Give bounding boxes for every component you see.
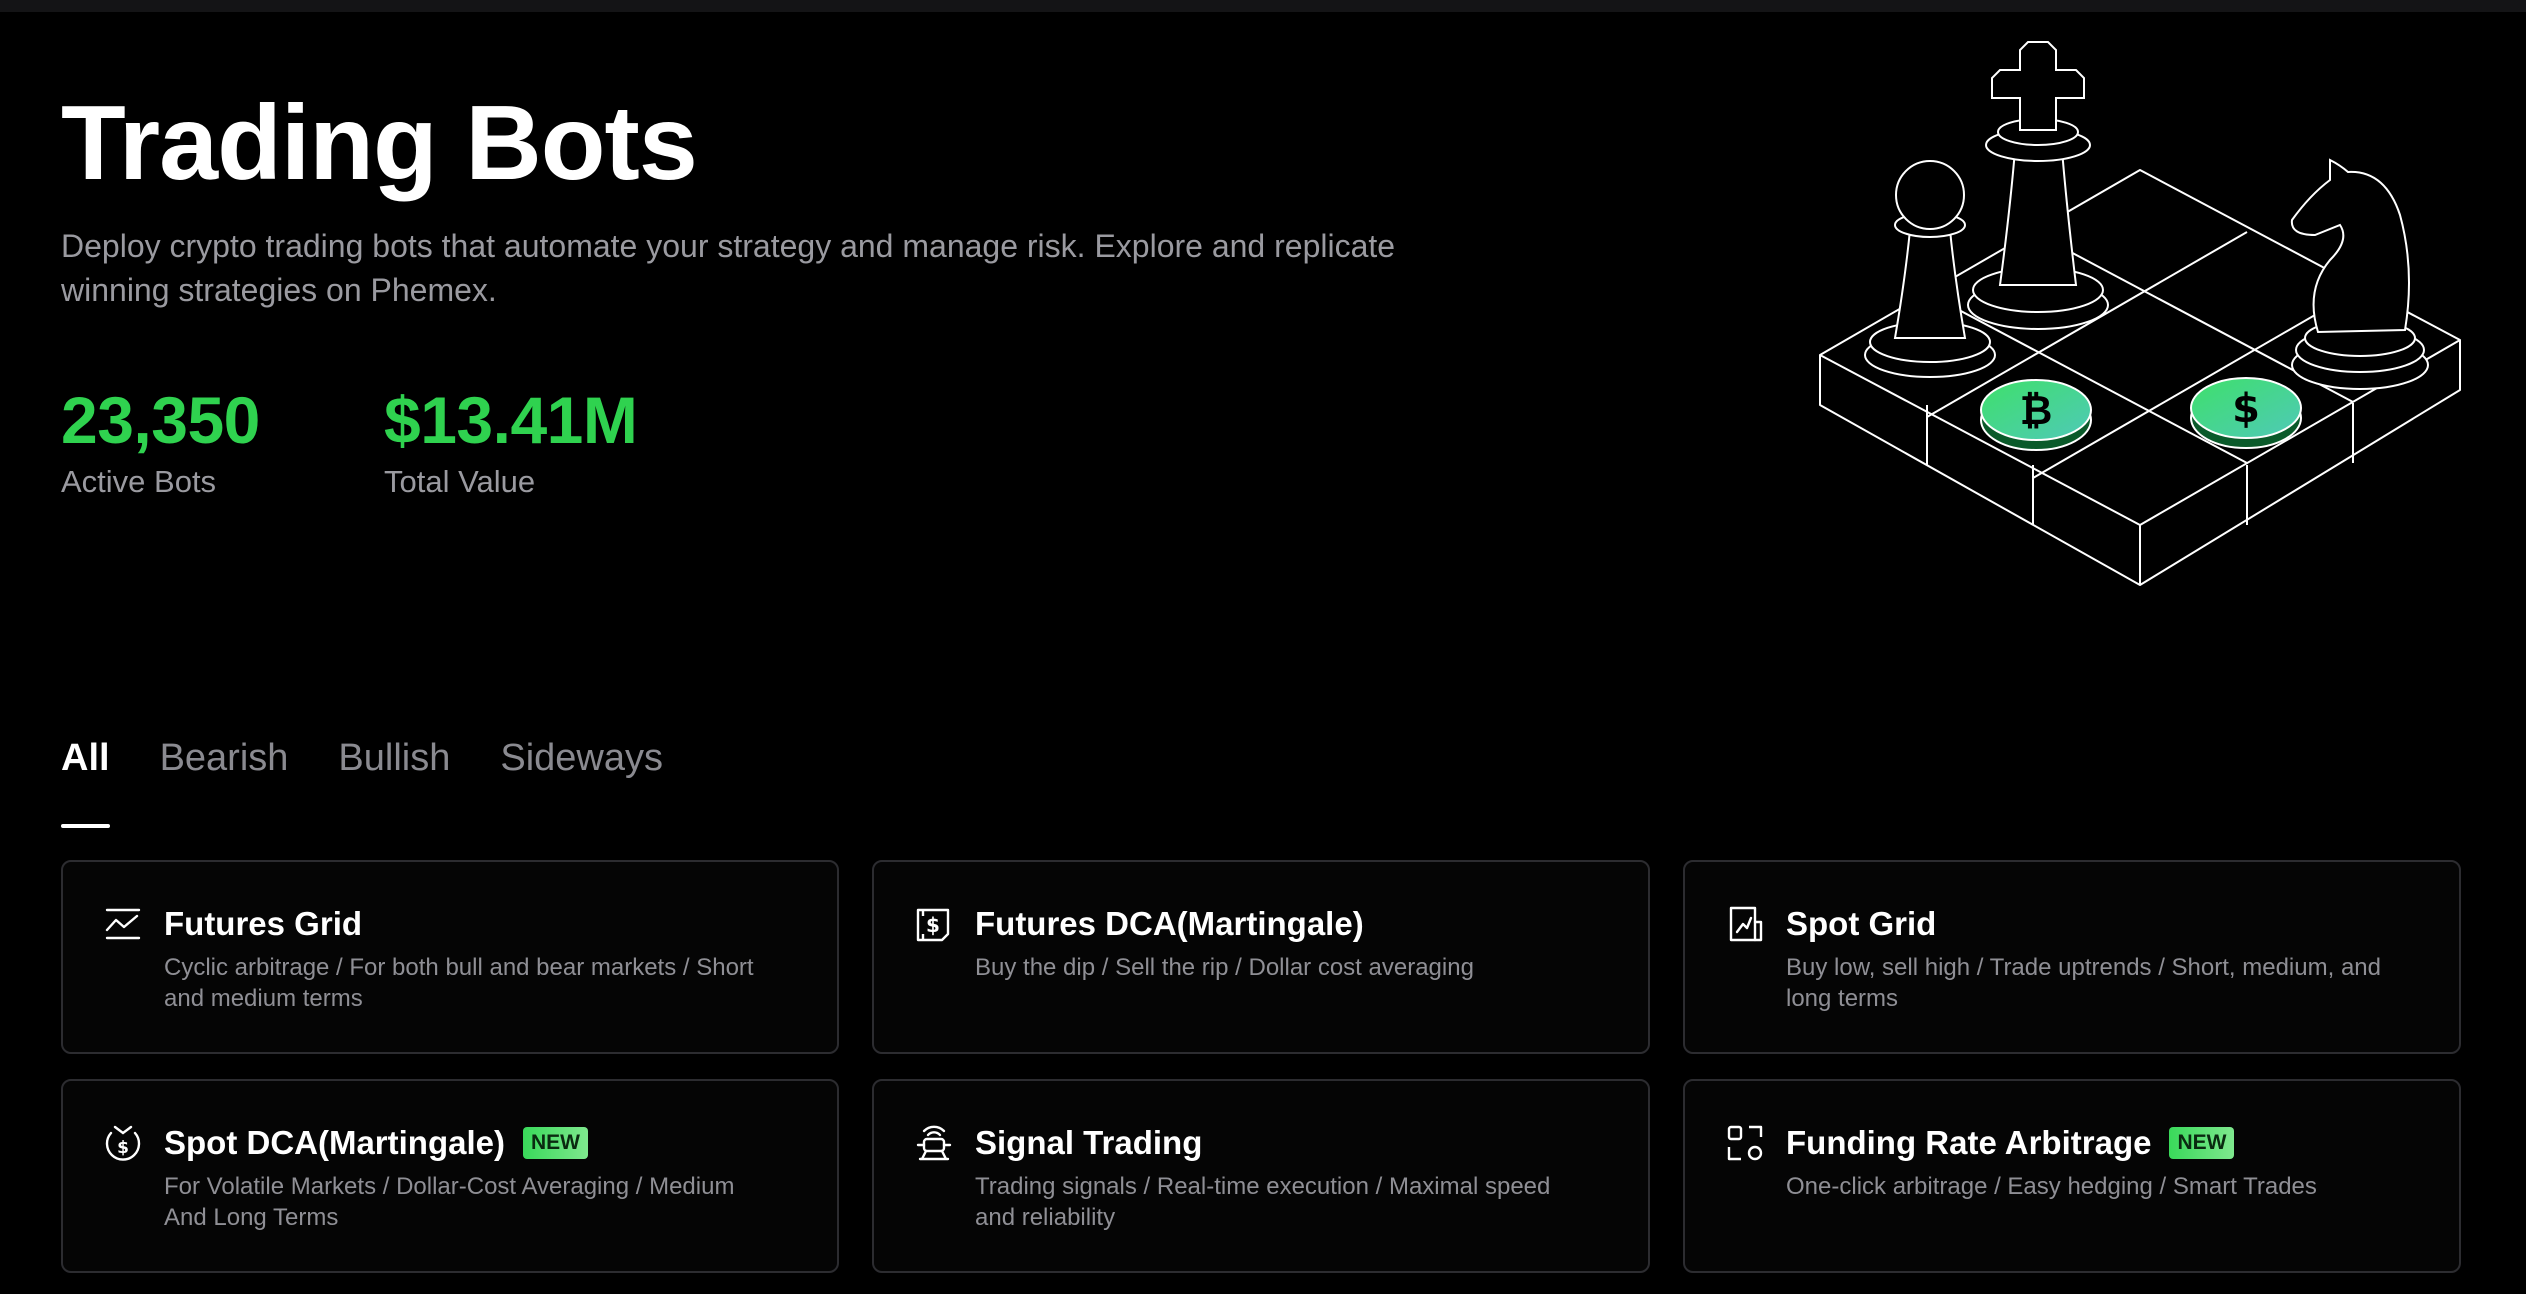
card-description: Cyclic arbitrage / For both bull and bea…: [164, 954, 754, 1012]
dollar-document-icon: $: [916, 908, 950, 942]
card-description: Buy low, sell high / Trade uptrends / Sh…: [1786, 954, 2381, 1012]
new-badge: NEW: [2169, 1127, 2235, 1159]
tab-bearish[interactable]: Bearish: [160, 728, 289, 808]
chart-line-icon: [105, 908, 141, 940]
bot-card-spot-grid[interactable]: Spot Grid Buy low, sell high / Trade upt…: [1683, 860, 2461, 1054]
card-title: Futures Grid: [164, 905, 363, 942]
stat-value: $13.41M: [384, 383, 638, 457]
bot-card-spot-dca[interactable]: $ Spot DCA(Martingale) NEW For Volatile …: [61, 1079, 839, 1273]
bot-card-futures-grid[interactable]: Futures Grid Cyclic arbitrage / For both…: [61, 860, 839, 1054]
tab-all[interactable]: All: [61, 728, 110, 828]
stat-total-value: $13.41M Total Value: [384, 380, 638, 502]
svg-text:₿: ₿: [2020, 388, 2053, 434]
arbitrage-shapes-icon: [1727, 1125, 1763, 1161]
card-description: For Volatile Markets / Dollar-Cost Avera…: [164, 1173, 735, 1231]
tab-bullish[interactable]: Bullish: [338, 728, 450, 808]
bot-card-signal-trading[interactable]: Signal Trading Trading signals / Real-ti…: [872, 1079, 1650, 1273]
page-description: Deploy crypto trading bots that automate…: [61, 228, 1396, 308]
card-title: Futures DCA(Martingale): [975, 905, 1364, 942]
bot-cards-grid: Futures Grid Cyclic arbitrage / For both…: [61, 860, 2461, 1273]
card-description: Trading signals / Real-time execution / …: [975, 1173, 1551, 1231]
svg-text:$: $: [117, 1138, 129, 1158]
card-description: Buy the dip / Sell the rip / Dollar cost…: [975, 954, 1474, 981]
tab-sideways[interactable]: Sideways: [500, 728, 663, 808]
card-title: Signal Trading: [975, 1124, 1203, 1161]
stat-label: Total Value: [384, 464, 536, 499]
card-description: One-click arbitrage / Easy hedging / Sma…: [1786, 1173, 2317, 1200]
stat-label: Active Bots: [61, 464, 217, 499]
top-bar: [0, 0, 2526, 12]
bot-card-futures-dca[interactable]: $ Futures DCA(Martingale) Buy the dip / …: [872, 860, 1650, 1054]
bitcoin-coin-icon: ₿: [1980, 379, 2092, 451]
dollar-coin-icon: $: [2190, 377, 2302, 449]
chess-board-illustration: ₿ $: [1819, 41, 2461, 586]
bot-card-funding-rate-arbitrage[interactable]: Funding Rate Arbitrage NEW One-click arb…: [1683, 1079, 2461, 1273]
new-badge: NEW: [523, 1127, 588, 1159]
page-title: Trading Bots: [61, 84, 698, 202]
card-title: Spot DCA(Martingale) NEW: [164, 1121, 588, 1165]
filter-tabs: All Bearish Bullish Sideways: [61, 728, 663, 828]
signal-robot-icon: [916, 1125, 952, 1161]
stat-active-bots: 23,350 Active Bots: [61, 380, 260, 502]
dollar-cycle-icon: $: [105, 1125, 141, 1161]
king-piece: [1967, 41, 2109, 330]
spot-grid-icon: [1729, 906, 1763, 942]
card-title: Funding Rate Arbitrage NEW: [1786, 1121, 2235, 1165]
card-title: Spot Grid: [1786, 905, 1937, 942]
stat-value: 23,350: [61, 383, 260, 457]
svg-text:$: $: [926, 913, 940, 937]
svg-text:$: $: [2232, 386, 2260, 432]
